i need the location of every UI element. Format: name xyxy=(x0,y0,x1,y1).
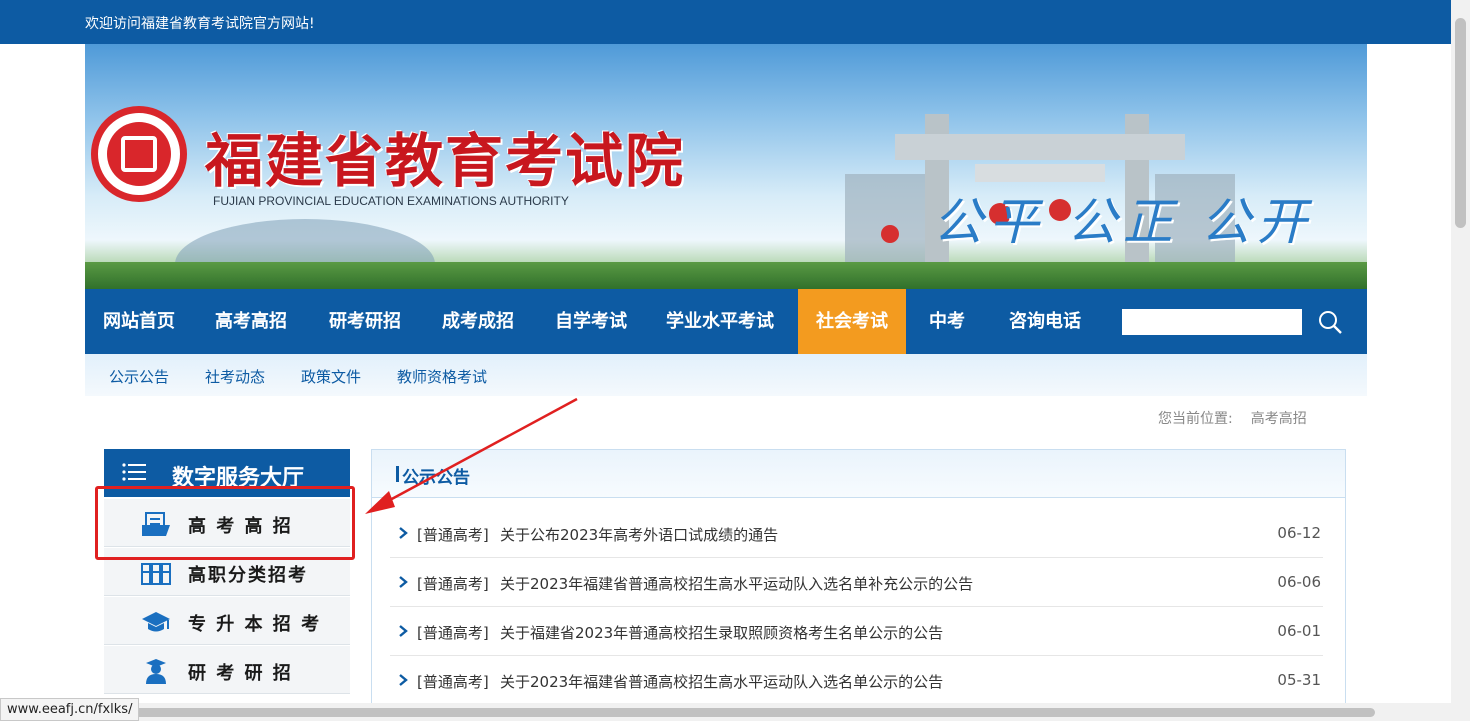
chevron-right-icon xyxy=(399,674,408,686)
subnav-policy[interactable]: 政策文件 xyxy=(301,366,361,387)
graduation-cap-icon xyxy=(142,612,170,632)
notice-title[interactable]: 关于2023年福建省普通高校招生高水平运动队入选名单补充公示的公告 xyxy=(500,573,973,594)
list-item[interactable]: [普通高考] 关于2023年福建省普通高校招生高水平运动队入选名单公示的公告 0… xyxy=(390,656,1323,705)
top-welcome-bar: 欢迎访问福建省教育考试院官方网站! xyxy=(0,0,1451,44)
notice-title[interactable]: 关于2023年福建省普通高校招生高水平运动队入选名单公示的公告 xyxy=(500,671,943,692)
search-input[interactable] xyxy=(1122,309,1302,335)
site-title-english: FUJIAN PROVINCIAL EDUCATION EXAMINATIONS… xyxy=(213,194,569,208)
nav-yankao[interactable]: 研考研招 xyxy=(311,289,419,354)
vertical-scrollbar[interactable] xyxy=(1451,0,1470,721)
notice-tag: [普通高考] xyxy=(417,575,489,593)
sidebar-item-label: 专 升 本 招 考 xyxy=(188,614,322,635)
notice-date: 06-12 xyxy=(1277,524,1321,542)
horizontal-scrollbar[interactable] xyxy=(0,703,1451,721)
sidebar-item-label: 研 考 研 招 xyxy=(188,663,293,684)
sidebar-item-zhuanshengben[interactable]: 专 升 本 招 考 xyxy=(104,597,350,645)
breadcrumb-label: 您当前位置: xyxy=(1158,411,1233,427)
sidebar-item-yankao[interactable]: 研 考 研 招 xyxy=(104,646,350,694)
nav-xueye[interactable]: 学业水平考试 xyxy=(657,289,783,354)
logo-glyph xyxy=(121,136,157,172)
main-nav: 网站首页 高考高招 研考研招 成考成招 自学考试 学业水平考试 社会考试 中考 … xyxy=(85,289,1367,354)
nav-zhongkao[interactable]: 中考 xyxy=(911,289,983,354)
notice-title[interactable]: 关于公布2023年高考外语口试成绩的通告 xyxy=(500,524,778,545)
menu-list-icon xyxy=(122,463,146,481)
subnav-teacher-exam[interactable]: 教师资格考试 xyxy=(397,366,487,387)
notice-date: 06-06 xyxy=(1277,573,1321,591)
nav-zixue[interactable]: 自学考试 xyxy=(537,289,645,354)
nav-chengkao[interactable]: 成考成招 xyxy=(424,289,532,354)
horizontal-scroll-thumb[interactable] xyxy=(130,708,1375,717)
list-item[interactable]: [普通高考] 关于2023年福建省普通高校招生高水平运动队入选名单补充公示的公告… xyxy=(390,558,1323,607)
highlight-box xyxy=(95,486,355,560)
nav-shehui[interactable]: 社会考试 xyxy=(798,289,906,354)
notice-tag: [普通高考] xyxy=(417,673,489,691)
chevron-right-icon xyxy=(399,625,408,637)
breadcrumb-current[interactable]: 高考高招 xyxy=(1251,411,1307,427)
trees-decoration xyxy=(85,262,1367,289)
status-bar-url: www.eeafj.cn/fxlks/ xyxy=(0,698,140,721)
vertical-scroll-thumb[interactable] xyxy=(1455,18,1466,228)
header-banner: 福建省教育考试院 FUJIAN PROVINCIAL EDUCATION EXA… xyxy=(85,44,1367,289)
nav-hotline[interactable]: 咨询电话 xyxy=(991,289,1099,354)
subnav-notices[interactable]: 公示公告 xyxy=(109,366,169,387)
chevron-right-icon xyxy=(399,527,408,539)
books-icon xyxy=(141,563,171,585)
sidebar-item-label: 高职分类招考 xyxy=(188,565,308,586)
notice-title[interactable]: 关于福建省2023年普通高校招生录取照顾资格考生名单公示的公告 xyxy=(500,622,943,643)
nav-gaokao[interactable]: 高考高招 xyxy=(197,289,305,354)
site-title: 福建省教育考试院 xyxy=(205,127,686,195)
slogan: 公平 公正 公开 xyxy=(933,193,1313,251)
sub-nav: 公示公告 社考动态 政策文件 教师资格考试 xyxy=(85,354,1367,396)
search-icon[interactable] xyxy=(1317,309,1343,335)
annotation-arrow-icon xyxy=(365,397,578,514)
chevron-right-icon xyxy=(399,576,408,588)
student-icon xyxy=(146,659,166,684)
notice-tag: [普通高考] xyxy=(417,526,489,544)
notice-date: 06-01 xyxy=(1277,622,1321,640)
notice-tag: [普通高考] xyxy=(417,624,489,642)
subnav-news[interactable]: 社考动态 xyxy=(205,366,265,387)
welcome-text: 欢迎访问福建省教育考试院官方网站! xyxy=(85,16,315,32)
notice-date: 05-31 xyxy=(1277,671,1321,689)
list-item[interactable]: [普通高考] 关于福建省2023年普通高校招生录取照顾资格考生名单公示的公告 0… xyxy=(390,607,1323,656)
nav-home[interactable]: 网站首页 xyxy=(85,289,193,354)
breadcrumb: 您当前位置: 高考高招 xyxy=(1158,408,1307,428)
